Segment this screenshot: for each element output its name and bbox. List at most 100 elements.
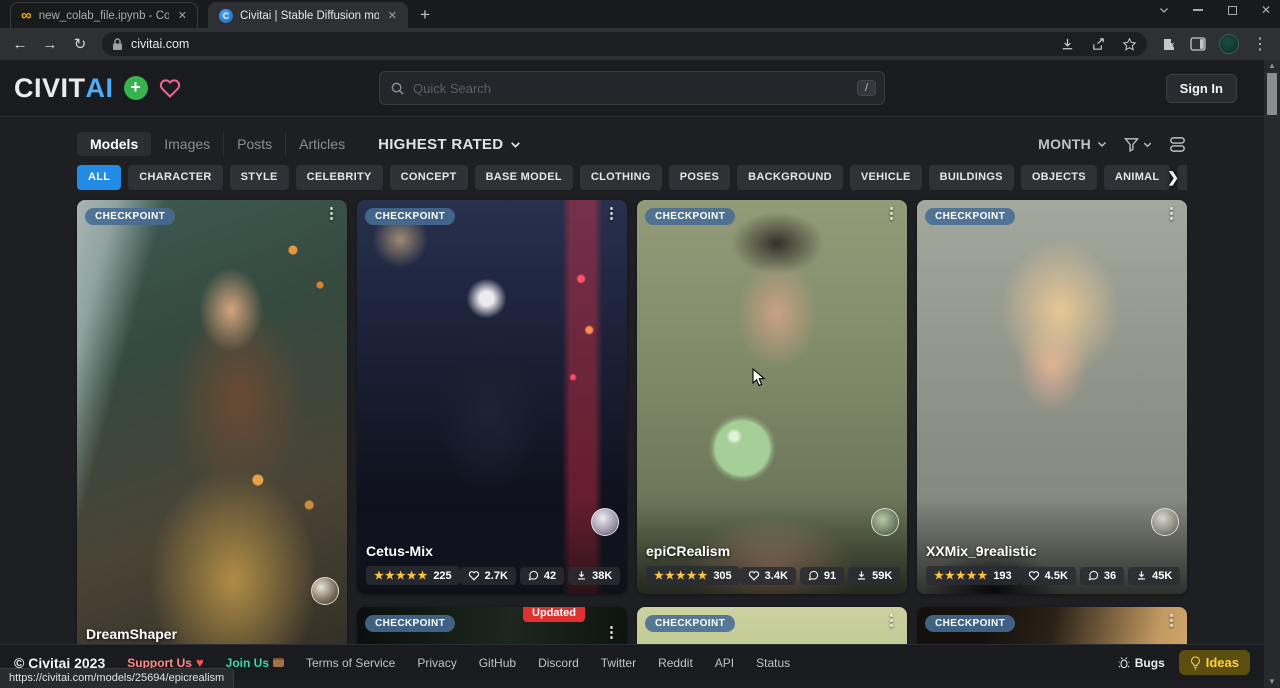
model-card-partial[interactable]: CHECKPOINT ⋮ (637, 607, 907, 644)
creator-avatar[interactable] (1151, 508, 1179, 536)
tab-articles[interactable]: Articles (286, 132, 358, 156)
site-header: CIVITAI + / Sign In (0, 60, 1264, 117)
chip-celebrity[interactable]: CELEBRITY (296, 165, 383, 190)
rating-count: 225 (433, 570, 451, 582)
browser-menu-icon[interactable]: ⋮ (1252, 34, 1268, 54)
privacy-link[interactable]: Privacy (417, 656, 456, 670)
chip-background[interactable]: BACKGROUND (737, 165, 843, 190)
likes-pill: 2.7K (460, 567, 516, 585)
extensions-puzzle-icon[interactable] (1161, 36, 1177, 52)
model-card-partial[interactable]: CHECKPOINT Updated ⋮ (357, 607, 627, 644)
chip-clothing[interactable]: CLOTHING (580, 165, 662, 190)
card-menu-icon[interactable]: ⋮ (604, 206, 619, 221)
reddit-link[interactable]: Reddit (658, 656, 693, 670)
tab-colab[interactable]: ∞ new_colab_file.ipynb - Colaborat ✕ (10, 2, 198, 28)
period-dropdown[interactable]: MONTH (1038, 136, 1108, 152)
tab-posts[interactable]: Posts (224, 132, 286, 156)
bug-icon (1118, 656, 1130, 669)
terms-link[interactable]: Terms of Service (306, 656, 395, 670)
close-tab-icon[interactable]: ✕ (176, 9, 189, 22)
tab-strip: ∞ new_colab_file.ipynb - Colaborat ✕ C C… (0, 0, 1280, 28)
status-link[interactable]: Status (756, 656, 790, 670)
creator-avatar[interactable] (871, 508, 899, 536)
chip-character[interactable]: CHARACTER (128, 165, 222, 190)
creator-avatar[interactable] (311, 577, 339, 605)
minimize-button[interactable] (1192, 4, 1204, 16)
ideas-button[interactable]: Ideas (1179, 650, 1250, 675)
model-card-partial[interactable]: CHECKPOINT ⋮ (917, 607, 1187, 644)
chip-buildings[interactable]: BUILDINGS (929, 165, 1014, 190)
tab-search-chevron-icon[interactable] (1158, 4, 1170, 16)
comments-pill: 42 (520, 567, 564, 585)
profile-avatar[interactable] (1219, 34, 1239, 54)
chip-vehicle[interactable]: VEHICLE (850, 165, 922, 190)
chip-concept[interactable]: CONCEPT (390, 165, 468, 190)
github-link[interactable]: GitHub (479, 656, 516, 670)
join-us-link[interactable]: Join Us (226, 656, 284, 670)
api-link[interactable]: API (715, 656, 734, 670)
tab-images[interactable]: Images (151, 132, 224, 156)
card-menu-icon[interactable]: ⋮ (884, 613, 899, 628)
model-card-xxmix-9realistic[interactable]: CHECKPOINT ⋮ XXMix_9realistic ★★★★★ 193 (917, 200, 1187, 594)
chip-style[interactable]: STYLE (230, 165, 289, 190)
tab-models[interactable]: Models (77, 132, 151, 156)
model-preview-image (77, 200, 347, 644)
scroll-right-icon[interactable]: ❯ (1167, 169, 1179, 186)
card-menu-icon[interactable]: ⋮ (324, 206, 339, 221)
quick-search[interactable]: / (379, 71, 885, 105)
page-scrollbar[interactable]: ▲ ▼ (1264, 60, 1280, 688)
card-menu-icon[interactable]: ⋮ (1164, 613, 1179, 628)
card-menu-icon[interactable]: ⋮ (1164, 206, 1179, 221)
share-icon[interactable] (1091, 37, 1106, 52)
new-tab-button[interactable]: + (420, 6, 430, 23)
model-title: Cetus-Mix (366, 543, 618, 559)
card-menu-icon[interactable]: ⋮ (604, 625, 619, 640)
model-title: DreamShaper (86, 626, 338, 642)
likes-count: 3.4K (765, 570, 788, 582)
chip-objects[interactable]: OBJECTS (1021, 165, 1097, 190)
bugs-button[interactable]: Bugs (1118, 656, 1165, 670)
address-bar[interactable]: civitai.com (102, 32, 1147, 56)
bookmark-star-icon[interactable] (1122, 37, 1137, 52)
scroll-up-icon[interactable]: ▲ (1268, 60, 1276, 72)
twitter-link[interactable]: Twitter (601, 656, 636, 670)
download-icon[interactable] (1060, 37, 1075, 52)
scroll-down-icon[interactable]: ▼ (1268, 676, 1276, 688)
chip-animal[interactable]: ANIMAL (1104, 165, 1171, 190)
filter-dropdown[interactable] (1123, 136, 1153, 153)
model-card-cetus-mix[interactable]: CHECKPOINT ⋮ Cetus-Mix ★★★★★ 225 (357, 200, 627, 594)
creator-avatar[interactable] (591, 508, 619, 536)
model-card-dreamshaper[interactable]: CHECKPOINT ⋮ DreamShaper (77, 200, 347, 644)
upload-plus-button[interactable]: + (124, 76, 148, 100)
tab-civitai[interactable]: C Civitai | Stable Diffusion models, ✕ (208, 2, 408, 28)
back-button[interactable]: ← (8, 36, 32, 53)
model-title: XXMix_9realistic (926, 543, 1178, 559)
model-stats: ★★★★★ 193 4.5K (926, 566, 1178, 585)
layout-toggle-icon[interactable] (1168, 136, 1187, 153)
model-card-epicrealism[interactable]: CHECKPOINT ⋮ epiCRealism ★★★★★ 305 (637, 200, 907, 594)
scrollbar-thumb[interactable] (1267, 73, 1277, 115)
chip-base-model[interactable]: BASE MODEL (475, 165, 573, 190)
card-menu-icon[interactable]: ⋮ (884, 206, 899, 221)
side-panel-icon[interactable] (1190, 37, 1206, 51)
maximize-button[interactable] (1226, 4, 1238, 16)
chip-all[interactable]: ALL (77, 165, 121, 190)
model-title: epiCRealism (646, 543, 898, 559)
reload-button[interactable]: ↻ (68, 35, 92, 53)
url-text[interactable]: civitai.com (131, 37, 1052, 51)
chip-poses[interactable]: POSES (669, 165, 730, 190)
model-cards-grid: CHECKPOINT ⋮ DreamShaper (77, 200, 1187, 644)
model-type-badge: CHECKPOINT (365, 208, 455, 225)
bugs-label: Bugs (1135, 656, 1165, 670)
close-tab-icon[interactable]: ✕ (386, 9, 399, 22)
search-input[interactable] (413, 81, 849, 96)
ideas-label: Ideas (1206, 655, 1239, 670)
sign-in-button[interactable]: Sign In (1166, 74, 1237, 103)
close-window-button[interactable]: ✕ (1260, 4, 1272, 16)
civitai-logo[interactable]: CIVITAI (14, 73, 114, 104)
forward-button[interactable]: → (38, 36, 62, 53)
discord-link[interactable]: Discord (538, 656, 579, 670)
favorites-heart-button[interactable] (158, 77, 182, 99)
sort-dropdown[interactable]: HIGHEST RATED (378, 136, 522, 153)
model-type-badge: CHECKPOINT (85, 208, 175, 225)
